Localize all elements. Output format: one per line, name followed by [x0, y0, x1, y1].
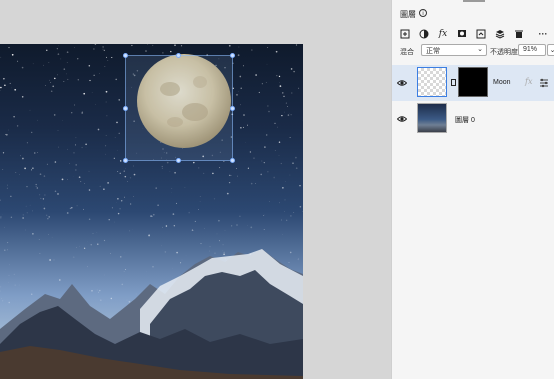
fx-indicator[interactable]: fx — [525, 77, 532, 86]
adjustment-icon[interactable] — [417, 27, 431, 41]
layers-toolbar: fx ··· — [396, 27, 552, 41]
eye-icon[interactable] — [397, 78, 407, 88]
add-layer-icon[interactable] — [398, 27, 412, 41]
blend-mode-select[interactable]: 正常 ⌄ — [421, 44, 487, 56]
sliders-icon[interactable] — [539, 78, 549, 88]
mask-icon[interactable] — [455, 27, 469, 41]
transform-handle-top-right[interactable] — [230, 53, 235, 58]
panel-drag-handle[interactable] — [463, 0, 485, 2]
layers-panel: 圖層 i fx ··· 混合 正常 ⌄ 不透明度 91% ⌄ Moon fx 圖… — [391, 0, 554, 379]
layer-row-background[interactable]: 圖層 0 — [392, 101, 554, 137]
layer-thumbnail[interactable] — [417, 67, 447, 97]
layer-thumbnail[interactable] — [417, 103, 447, 133]
panel-title: 圖層 — [400, 10, 416, 19]
canvas-area[interactable] — [0, 0, 390, 379]
link-icon[interactable] — [451, 79, 456, 86]
fx-icon[interactable]: fx — [436, 27, 450, 41]
transform-handle-top-left[interactable] — [123, 53, 128, 58]
opacity-label: 不透明度 — [490, 49, 518, 56]
opacity-value: 91% — [523, 46, 538, 53]
transform-handle-bottom-right[interactable] — [230, 158, 235, 163]
layer-name[interactable]: Moon — [493, 79, 511, 86]
more-icon[interactable]: ··· — [536, 27, 550, 41]
layer-row-moon[interactable]: Moon fx — [392, 65, 554, 101]
transform-handle-middle-left[interactable] — [123, 106, 128, 111]
trash-icon[interactable] — [512, 27, 526, 41]
layer-mask-thumbnail[interactable] — [458, 67, 488, 97]
layer-name[interactable]: 圖層 0 — [455, 115, 475, 125]
transform-handle-bottom-center[interactable] — [176, 158, 181, 163]
blend-label: 混合 — [400, 49, 414, 56]
chevron-down-icon: ⌄ — [477, 46, 483, 53]
stack-icon[interactable] — [493, 27, 507, 41]
eye-icon[interactable] — [397, 114, 407, 124]
moon-selection-box[interactable] — [125, 55, 233, 161]
opacity-chevron-down-icon[interactable]: ⌄ — [547, 44, 554, 56]
transform-handle-middle-right[interactable] — [230, 106, 235, 111]
clip-icon[interactable] — [474, 27, 488, 41]
transform-handle-top-center[interactable] — [176, 53, 181, 58]
transform-handle-bottom-left[interactable] — [123, 158, 128, 163]
blend-row: 混合 正常 ⌄ 不透明度 91% ⌄ — [400, 44, 554, 58]
info-icon[interactable]: i — [419, 9, 427, 17]
opacity-input[interactable]: 91% — [518, 44, 546, 56]
blend-mode-value: 正常 — [426, 48, 440, 55]
